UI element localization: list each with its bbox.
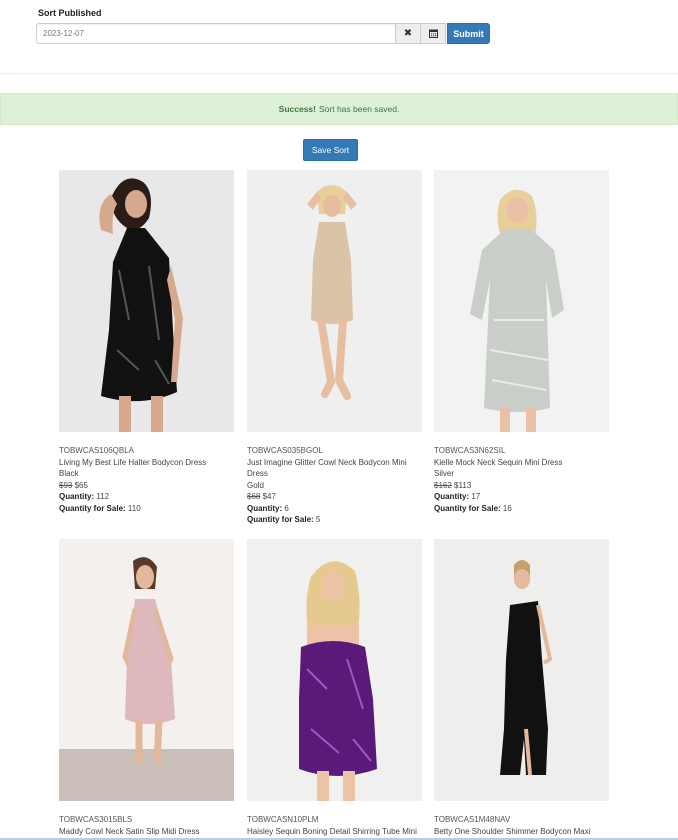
- quantity-row: Quantity: 17: [434, 491, 609, 503]
- product-price: $68 $47: [247, 491, 422, 503]
- product-name: Betty One Shoulder Shimmer Bodycon Maxi: [434, 826, 591, 836]
- product-card[interactable]: TOBWCAS1M48NAV Betty One Shoulder Shimme…: [434, 539, 609, 837]
- quantity-for-sale-value: 16: [502, 503, 512, 513]
- close-icon: ✖: [403, 28, 413, 39]
- sale-price: $113: [454, 480, 472, 490]
- product-name: Kielle Mock Neck Sequin Mini Dress: [434, 457, 563, 467]
- product-color: Black: [59, 469, 79, 478]
- sale-price: $47: [262, 492, 276, 501]
- success-alert: Success! Sort has been saved.: [0, 93, 678, 125]
- submit-button[interactable]: Submit: [447, 23, 490, 44]
- product-name: Maddy Cowl Neck Satin Slip Midi Dress: [59, 826, 200, 836]
- product-sku: TOBWCAS1M48NAV: [434, 815, 511, 824]
- product-sku: TOBWCAS035BGOL: [247, 446, 323, 455]
- quantity-for-sale-row: Quantity for Sale: 5: [247, 514, 422, 526]
- quantity-for-sale-label: Quantity for Sale:: [434, 503, 501, 513]
- old-price: $68: [247, 492, 261, 501]
- calendar-button[interactable]: [421, 23, 446, 44]
- date-input[interactable]: [36, 23, 396, 44]
- quantity-for-sale-value: 5: [315, 515, 321, 524]
- quantity-for-sale-row: Quantity for Sale: 16: [434, 503, 609, 515]
- product-color: Gold: [247, 480, 264, 490]
- alert-strong: Success!: [278, 104, 316, 114]
- product-image: [59, 539, 234, 801]
- product-sku: TOBWCAS106QBLA: [59, 446, 134, 455]
- sort-published-label: Sort Published: [38, 8, 102, 18]
- product-card[interactable]: TOBWCAS035BGOL Just Imagine Glitter Cowl…: [247, 170, 422, 526]
- alert-message: Sort has been saved.: [319, 104, 400, 114]
- product-image: [434, 170, 609, 432]
- old-price: $162: [434, 480, 452, 490]
- product-image: [247, 170, 422, 432]
- product-card[interactable]: TOBWCASN10PLM Haisley Sequin Boning Deta…: [247, 539, 422, 837]
- product-image: [59, 170, 234, 432]
- quantity-row: Quantity: 6: [247, 503, 422, 515]
- quantity-row: Quantity: 112: [59, 491, 234, 503]
- quantity-value: 112: [96, 492, 110, 501]
- product-price: $93 $65: [59, 480, 234, 492]
- product-sku: TOBWCAS3N62SIL: [434, 446, 506, 455]
- quantity-value: 6: [284, 503, 289, 513]
- quantity-label: Quantity:: [434, 492, 470, 501]
- save-sort-button[interactable]: Save Sort: [303, 139, 358, 161]
- quantity-for-sale-row: Quantity for Sale: 110: [59, 503, 234, 515]
- product-name: Living My Best Life Halter Bodycon Dress: [59, 457, 207, 467]
- product-image: [434, 539, 609, 801]
- product-name: Haisley Sequin Boning Detail Shirring Tu…: [247, 826, 417, 836]
- clear-date-button[interactable]: ✖: [396, 23, 421, 44]
- product-name: Just Imagine Glitter Cowl Neck Bodycon M…: [247, 457, 407, 479]
- product-color: Silver: [434, 469, 455, 478]
- date-picker: ✖ Submit: [36, 23, 490, 44]
- quantity-for-sale-value: 110: [127, 503, 141, 513]
- calendar-icon: [428, 29, 438, 38]
- sale-price: $65: [74, 480, 88, 490]
- divider: [0, 73, 678, 74]
- quantity-value: 17: [471, 492, 481, 501]
- product-sku: TOBWCASN10PLM: [247, 815, 319, 824]
- product-price: $162 $113: [434, 480, 609, 492]
- quantity-label: Quantity:: [59, 492, 95, 501]
- old-price: $93: [59, 480, 73, 490]
- quantity-for-sale-label: Quantity for Sale:: [247, 515, 314, 524]
- quantity-label: Quantity:: [247, 503, 283, 513]
- product-sku: TOBWCAS3015BLS: [59, 815, 133, 824]
- product-card[interactable]: TOBWCAS3N62SIL Kielle Mock Neck Sequin M…: [434, 170, 609, 514]
- quantity-for-sale-label: Quantity for Sale:: [59, 503, 126, 513]
- product-card[interactable]: TOBWCAS106QBLA Living My Best Life Halte…: [59, 170, 234, 514]
- product-card[interactable]: TOBWCAS3015BLS Maddy Cowl Neck Satin Sli…: [59, 539, 234, 837]
- product-image: [247, 539, 422, 801]
